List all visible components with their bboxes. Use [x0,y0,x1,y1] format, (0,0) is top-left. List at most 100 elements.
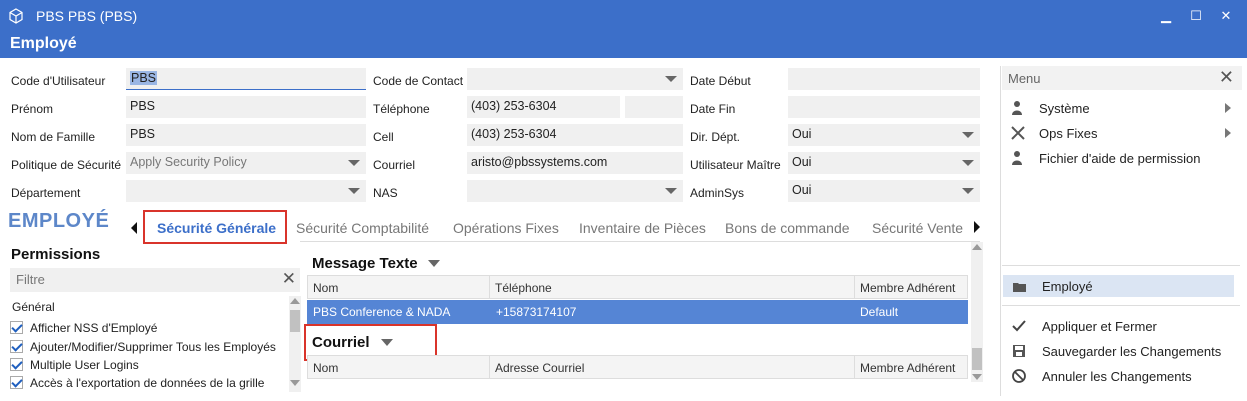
label-user-code: Code d'Utilisateur [11,74,106,88]
cell-phone: +15873174107 [496,305,577,319]
column-header[interactable]: Nom [308,356,490,378]
scroll-up-icon[interactable] [290,298,300,304]
menu-item-employee[interactable]: Employé [1042,279,1093,294]
permission-item[interactable]: Ajouter/Modifier/Supprimer Tous les Empl… [10,340,276,354]
close-window-button[interactable]: ✕ [1216,6,1236,26]
title-bar: PBS PBS (PBS) ▁ ☐ ✕ [0,0,1247,32]
scroll-down-icon[interactable] [290,380,300,386]
phone-extension-field[interactable] [625,96,683,118]
label-master-user: Utilisateur Maître [690,158,781,172]
folder-open-icon [1013,283,1026,292]
close-menu-icon[interactable]: ✕ [1219,67,1234,88]
label-sysadmin: AdminSys [690,186,745,200]
cell-member: Default [860,305,899,319]
last-name-field[interactable]: PBS [126,124,366,146]
label-security-policy: Politique de Sécurité [11,158,122,172]
apply-close-button[interactable]: Appliquer et Fermer [1042,319,1157,334]
checkbox-checked-icon[interactable] [10,376,23,389]
column-header[interactable]: Adresse Courriel [490,356,855,378]
filter-input[interactable]: Filtre ✕ [10,268,300,292]
permission-group-label: Général [12,300,55,314]
table-row[interactable]: PBS Conference & NADA +15873174107 Defau… [307,300,968,324]
column-header[interactable]: Membre Adhérent [855,276,967,298]
tab-general-security[interactable]: Sécurité Générale [157,220,276,236]
tab-scroll-left-icon[interactable] [131,222,137,234]
column-header[interactable]: Membre Adhérent [855,356,967,378]
dept-director-select[interactable]: Oui [788,124,980,146]
scrollbar-thumb[interactable] [972,348,982,370]
grid-scrollbar[interactable] [971,242,983,382]
clear-filter-icon[interactable]: ✕ [282,269,296,289]
menu-item-permission-help[interactable]: Fichier d'aide de permission [1039,151,1200,166]
tab-underline [300,241,980,242]
label-last-name: Nom de Famille [11,130,96,144]
permission-item[interactable]: Multiple User Logins [10,358,139,372]
first-name-field[interactable]: PBS [126,96,366,118]
user-icon [1012,101,1022,115]
menu-divider [1002,265,1240,266]
menu-divider [1002,305,1240,306]
window-title: PBS PBS (PBS) [36,8,138,24]
tab-purchase-orders[interactable]: Bons de commande [725,220,850,236]
menu-item-employee-selected[interactable] [1003,275,1234,297]
label-cell: Cell [373,130,394,144]
user-code-field[interactable]: PBS [126,68,366,90]
column-header[interactable]: Téléphone [490,276,855,298]
nas-select[interactable] [467,180,683,202]
chevron-down-icon [962,132,974,138]
permissions-title: Permissions [11,246,101,263]
save-changes-button[interactable]: Sauvegarder les Changements [1042,344,1221,359]
chevron-down-icon [665,76,677,82]
security-policy-select[interactable]: Apply Security Policy [126,152,366,174]
scrollbar-thumb[interactable] [290,310,300,332]
email-field[interactable]: aristo@pbssystems.com [467,152,683,174]
department-select[interactable] [126,180,366,202]
sms-grid-header: Nom Téléphone Membre Adhérent [307,275,968,299]
cancel-changes-button[interactable]: Annuler les Changements [1042,369,1192,384]
tab-parts-inventory[interactable]: Inventaire de Pièces [579,220,706,236]
end-date-field[interactable] [788,96,980,118]
save-icon [1013,345,1025,357]
maximize-button[interactable]: ☐ [1186,6,1206,26]
page-title: Employé [0,32,1247,58]
email-group-title: Courriel [312,334,370,351]
menu-item-fixed-ops[interactable]: Ops Fixes [1039,126,1098,141]
tab-accounting-security[interactable]: Sécurité Comptabilité [296,220,429,236]
sysadmin-select[interactable]: Oui [788,180,980,202]
start-date-field[interactable] [788,68,980,90]
permission-item[interactable]: Afficher NSS d'Employé [10,321,157,335]
chevron-right-icon [1225,128,1231,138]
minimize-button[interactable]: ▁ [1156,6,1176,26]
cell-field[interactable]: (403) 253-6304 [467,124,683,146]
cell-name: PBS Conference & NADA [313,305,451,319]
user-help-icon [1012,151,1022,165]
chevron-down-icon [962,160,974,166]
tab-scroll-right-icon[interactable] [974,221,980,233]
tab-sales-security[interactable]: Sécurité Vente [872,220,963,236]
master-user-select[interactable]: Oui [788,152,980,174]
label-department: Département [11,186,81,200]
cube-icon [9,8,23,24]
checkbox-checked-icon[interactable] [10,358,23,371]
chevron-down-icon[interactable] [381,339,393,346]
label-first-name: Prénom [11,102,54,116]
permissions-scrollbar[interactable] [289,296,301,392]
label-contact-code: Code de Contact [373,74,464,88]
menu-item-system[interactable]: Système [1039,101,1090,116]
contact-code-select[interactable] [467,68,683,90]
scroll-down-icon[interactable] [972,374,982,380]
label-phone: Téléphone [373,102,430,116]
label-start-date: Date Début [690,74,751,88]
tab-fixed-operations[interactable]: Opérations Fixes [453,220,559,236]
label-email: Courriel [373,158,416,172]
scroll-up-icon[interactable] [972,244,982,250]
chevron-down-icon[interactable] [428,260,440,267]
column-header[interactable]: Nom [308,276,490,298]
chevron-down-icon [348,188,360,194]
checkbox-checked-icon[interactable] [10,321,23,334]
check-icon [1012,320,1026,332]
checkbox-checked-icon[interactable] [10,340,23,353]
phone-field[interactable]: (403) 253-6304 [467,96,620,118]
cancel-icon [1012,369,1026,383]
permission-item[interactable]: Accès à l'exportation de données de la g… [10,376,264,390]
